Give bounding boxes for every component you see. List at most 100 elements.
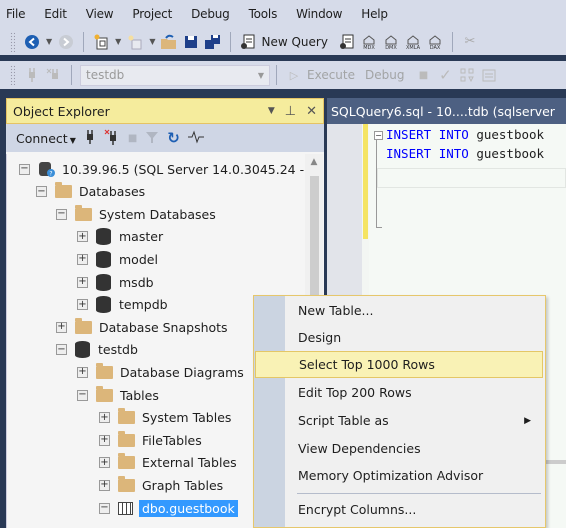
menu-file[interactable]: File: [6, 7, 25, 21]
expand-icon[interactable]: +: [77, 366, 88, 378]
new-query-button[interactable]: New Query: [261, 35, 327, 49]
dmx-query-icon[interactable]: DMX: [382, 33, 400, 51]
new-project-dropdown-icon[interactable]: ▼: [115, 37, 121, 46]
new-project-icon[interactable]: [92, 33, 110, 51]
context-menu-item[interactable]: View Dependencies: [255, 435, 543, 462]
menu-view[interactable]: View: [86, 7, 114, 21]
back-icon[interactable]: [23, 33, 41, 51]
window-position-dropdown-icon[interactable]: ▼: [268, 104, 275, 119]
expand-icon[interactable]: +: [99, 434, 110, 446]
collapse-icon[interactable]: −: [99, 502, 110, 514]
expand-icon[interactable]: +: [56, 321, 67, 333]
save-all-icon[interactable]: [204, 33, 222, 51]
tree-node[interactable]: − System Databases: [56, 203, 216, 225]
stop-icon[interactable]: ■: [128, 133, 137, 144]
xmla-query-icon[interactable]: XMLA: [404, 33, 422, 51]
tree-node[interactable]: + Graph Tables: [99, 474, 223, 496]
disconnect-icon[interactable]: [104, 129, 120, 148]
context-menu-item[interactable]: Encrypt Columns...: [255, 496, 543, 523]
tree-node[interactable]: + master: [77, 226, 163, 248]
collapse-icon[interactable]: −: [77, 389, 88, 401]
connect-icon[interactable]: [23, 66, 41, 84]
open-file-icon[interactable]: [160, 33, 178, 51]
svg-text:DAX: DAX: [430, 45, 441, 50]
save-icon[interactable]: [182, 33, 200, 51]
database-select[interactable]: testdb ▼: [80, 64, 270, 86]
tree-node[interactable]: + Database Diagrams: [77, 361, 244, 383]
tree-node[interactable]: + External Tables: [99, 452, 237, 474]
stop-icon[interactable]: ■: [414, 66, 432, 84]
object-explorer-titlebar: Object Explorer ▼ ⊥ ✕: [6, 98, 324, 124]
tree-node[interactable]: + FileTables: [99, 429, 202, 451]
tree-node[interactable]: + System Tables: [99, 407, 231, 429]
collapse-icon[interactable]: −: [36, 186, 47, 198]
tree-node[interactable]: + Database Snapshots: [56, 316, 228, 338]
menu-window[interactable]: Window: [296, 7, 342, 21]
scroll-up-icon[interactable]: ▲: [305, 154, 323, 170]
back-dropdown-icon[interactable]: ▼: [46, 37, 52, 46]
forward-icon[interactable]: [57, 33, 75, 51]
menu-debug[interactable]: Debug: [191, 7, 230, 21]
results-icon[interactable]: [480, 66, 498, 84]
database-icon: [96, 273, 111, 291]
toolbar-separator: [71, 65, 72, 85]
expand-icon[interactable]: +: [77, 253, 88, 265]
db-query-icon[interactable]: [338, 33, 356, 51]
change-connection-icon[interactable]: [45, 66, 63, 84]
filter-icon[interactable]: [145, 130, 159, 147]
connect-button[interactable]: Connect ▼: [16, 131, 76, 146]
code-line-1: INSERT INTO guestbook: [386, 127, 545, 142]
expand-icon[interactable]: +: [77, 231, 88, 243]
menu-help[interactable]: Help: [361, 7, 388, 21]
editor-tab[interactable]: SQLQuery6.sql - 10....tdb (sqlserver: [327, 98, 566, 124]
close-icon[interactable]: ✕: [306, 104, 317, 119]
dax-query-icon[interactable]: DAX: [426, 33, 444, 51]
tree-node-label: Databases: [79, 184, 146, 200]
debug-button[interactable]: Debug: [365, 68, 404, 82]
expand-icon[interactable]: +: [99, 457, 110, 469]
editor-scrollbar[interactable]: [546, 460, 566, 464]
database-icon: [75, 341, 90, 359]
context-menu-item[interactable]: Edit Top 200 Rows: [255, 379, 543, 406]
expand-icon[interactable]: +: [99, 412, 110, 424]
tree-node[interactable]: − Databases: [36, 181, 145, 203]
cut-icon[interactable]: ✂: [461, 33, 479, 51]
activity-monitor-icon[interactable]: [187, 129, 204, 147]
collapse-icon[interactable]: −: [56, 208, 67, 220]
submenu-arrow-icon: ▶: [524, 415, 531, 426]
execute-button[interactable]: Execute: [307, 68, 355, 82]
context-menu-item[interactable]: Design: [255, 324, 543, 351]
new-file-icon[interactable]: [126, 33, 144, 51]
tree-node[interactable]: − dbo.guestbook: [99, 497, 238, 519]
refresh-icon[interactable]: ↻: [167, 129, 180, 147]
collapse-icon[interactable]: −: [56, 344, 67, 356]
tree-node[interactable]: −? 10.39.96.5 (SQL Server 14.0.3045.24 -: [19, 158, 304, 180]
context-menu-item[interactable]: Memory Optimization Advisor: [255, 462, 543, 489]
tree-node[interactable]: + tempdb: [77, 294, 168, 316]
parse-check-icon[interactable]: ✓: [436, 66, 454, 84]
menu-tools[interactable]: Tools: [249, 7, 278, 21]
context-menu-item[interactable]: New Table...: [255, 297, 543, 324]
expand-icon[interactable]: +: [77, 276, 88, 288]
toolbar-grip[interactable]: [10, 65, 15, 85]
pin-icon[interactable]: ⊥: [285, 104, 296, 119]
expand-icon[interactable]: +: [77, 299, 88, 311]
connect-icon[interactable]: [84, 129, 96, 148]
tree-node[interactable]: − Tables: [77, 384, 159, 406]
context-menu-item-label: Design: [298, 330, 342, 345]
collapse-icon[interactable]: −: [19, 163, 30, 175]
context-menu-item[interactable]: Script Table as ▶: [255, 407, 543, 434]
toolbar-grip[interactable]: [10, 31, 15, 52]
tree-node[interactable]: + model: [77, 248, 158, 270]
mdx-query-icon[interactable]: MDX: [360, 33, 378, 51]
tree-node[interactable]: + msdb: [77, 271, 154, 293]
tree-node[interactable]: − testdb: [56, 339, 138, 361]
menu-edit[interactable]: Edit: [44, 7, 67, 21]
context-menu-item[interactable]: Select Top 1000 Rows: [255, 351, 543, 378]
menu-project[interactable]: Project: [132, 7, 172, 21]
query-plan-icon[interactable]: [458, 66, 476, 84]
new-file-dropdown-icon[interactable]: ▼: [149, 37, 155, 46]
expand-icon[interactable]: +: [99, 479, 110, 491]
new-query-icon[interactable]: [239, 33, 257, 51]
collapse-icon[interactable]: −: [374, 131, 383, 140]
